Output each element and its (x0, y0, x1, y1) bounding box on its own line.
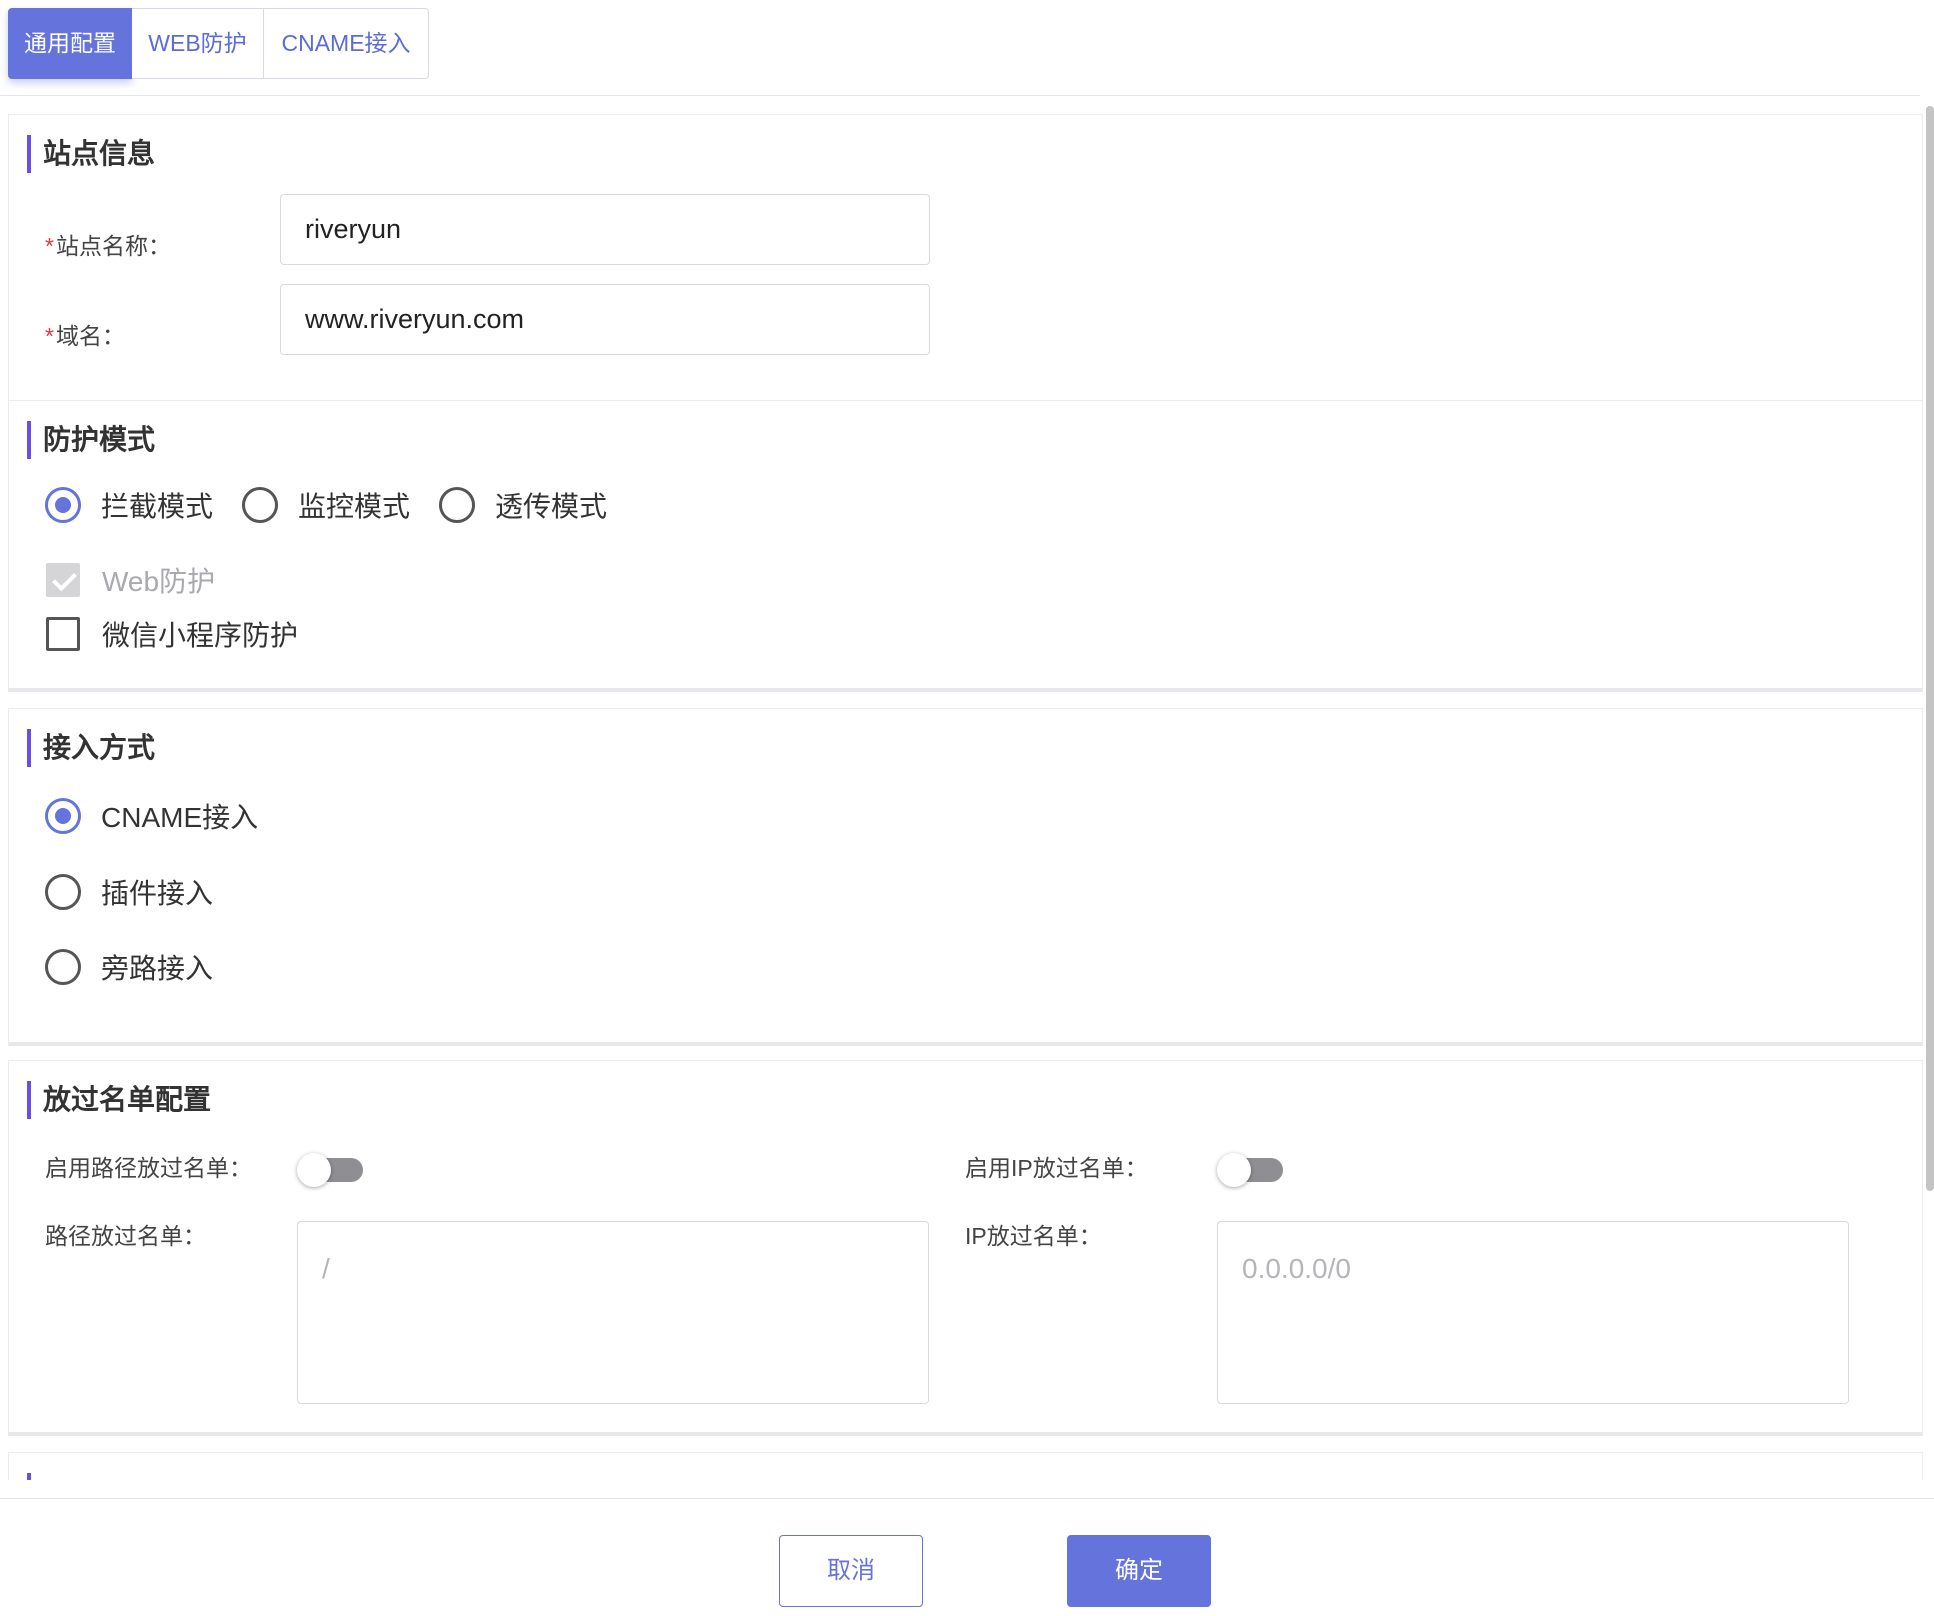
vertical-scrollbar[interactable] (1926, 106, 1934, 1191)
checkbox-web-protection[interactable]: Web防护 (46, 560, 215, 600)
radio-cname-access[interactable]: CNAME接入 (45, 796, 258, 836)
required-mark: * (45, 323, 54, 349)
tab-general-config[interactable]: 通用配置 (8, 8, 132, 79)
site-info-title: 站点信息 (27, 135, 155, 173)
config-tabs: 通用配置 WEB防护 CNAME接入 (8, 8, 429, 79)
radio-unchecked-icon (45, 874, 81, 910)
ip-whitelist-toggle-label: 启用IP放过名单： (965, 1155, 1148, 1181)
radio-plugin-access[interactable]: 插件接入 (45, 872, 213, 912)
access-method-card: 接入方式 CNAME接入 插件接入 旁路接入 (8, 708, 1923, 1046)
next-section-title-bar (27, 1473, 31, 1480)
path-whitelist-toggle-label: 启用路径放过名单： (45, 1155, 252, 1181)
radio-bypass-access-label: 旁路接入 (101, 953, 214, 984)
radio-checked-icon (45, 798, 81, 834)
radio-monitor-mode-label: 监控模式 (298, 491, 411, 522)
toggle-knob (1217, 1153, 1251, 1187)
radio-monitor-mode[interactable]: 监控模式 (242, 485, 410, 525)
ip-whitelist-textarea[interactable]: 0.0.0.0/0 (1217, 1221, 1849, 1404)
checkbox-checked-icon (46, 563, 80, 597)
checkbox-web-protection-label: Web防护 (102, 566, 216, 597)
access-method-title: 接入方式 (27, 729, 155, 767)
protection-mode-radio-group: 拦截模式 监控模式 透传模式 (45, 485, 607, 525)
next-section-card (8, 1452, 1923, 1480)
confirm-button[interactable]: 确定 (1067, 1535, 1211, 1607)
site-config-page: 通用配置 WEB防护 CNAME接入 站点信息 *站点名称： riveryun … (0, 0, 1934, 1616)
checkbox-wechat-miniprogram-label: 微信小程序防护 (102, 620, 299, 651)
radio-unchecked-icon (439, 487, 476, 523)
whitelist-config-title: 放过名单配置 (27, 1081, 211, 1119)
tab-web-protection[interactable]: WEB防护 (132, 8, 264, 79)
path-whitelist-label: 路径放过名单： (45, 1223, 206, 1249)
protection-mode-title: 防护模式 (27, 421, 155, 459)
protection-mode-card: 防护模式 拦截模式 监控模式 透传模式 Web防护 微信小程序防护 (8, 400, 1923, 692)
checkbox-wechat-miniprogram[interactable]: 微信小程序防护 (46, 614, 298, 654)
radio-bypass-access[interactable]: 旁路接入 (45, 947, 213, 987)
toggle-knob (297, 1153, 331, 1187)
site-name-label: *站点名称： (45, 233, 171, 259)
ip-whitelist-label: IP放过名单： (965, 1223, 1102, 1249)
domain-label: *域名： (45, 323, 125, 349)
radio-checked-icon (45, 487, 81, 523)
radio-passthrough-mode[interactable]: 透传模式 (439, 485, 607, 525)
footer-divider (0, 1498, 1934, 1499)
site-name-input[interactable]: riveryun (280, 194, 930, 265)
radio-plugin-access-label: 插件接入 (101, 878, 214, 909)
whitelist-config-card: 放过名单配置 启用路径放过名单： 启用IP放过名单： 路径放过名单： / IP放… (8, 1060, 1923, 1436)
ip-whitelist-toggle[interactable] (1217, 1153, 1283, 1187)
cancel-button[interactable]: 取消 (779, 1535, 923, 1607)
radio-cname-access-label: CNAME接入 (101, 802, 259, 833)
radio-block-mode[interactable]: 拦截模式 (45, 485, 213, 525)
access-method-cname[interactable]: CNAME接入 (45, 796, 258, 836)
access-method-plugin[interactable]: 插件接入 (45, 872, 213, 912)
path-whitelist-textarea[interactable]: / (297, 1221, 929, 1404)
checkbox-unchecked-icon (46, 617, 80, 651)
required-mark: * (45, 233, 54, 259)
radio-unchecked-icon (45, 949, 81, 985)
domain-input[interactable]: www.riveryun.com (280, 284, 930, 355)
access-method-bypass[interactable]: 旁路接入 (45, 947, 213, 987)
config-scroll-area[interactable]: 站点信息 *站点名称： riveryun *域名： www.riveryun.c… (0, 96, 1934, 1480)
radio-passthrough-mode-label: 透传模式 (495, 491, 608, 522)
radio-unchecked-icon (242, 487, 279, 523)
radio-block-mode-label: 拦截模式 (101, 491, 214, 522)
site-info-card: 站点信息 *站点名称： riveryun *域名： www.riveryun.c… (8, 114, 1923, 404)
tab-cname-access[interactable]: CNAME接入 (264, 8, 429, 79)
path-whitelist-toggle[interactable] (297, 1153, 363, 1187)
